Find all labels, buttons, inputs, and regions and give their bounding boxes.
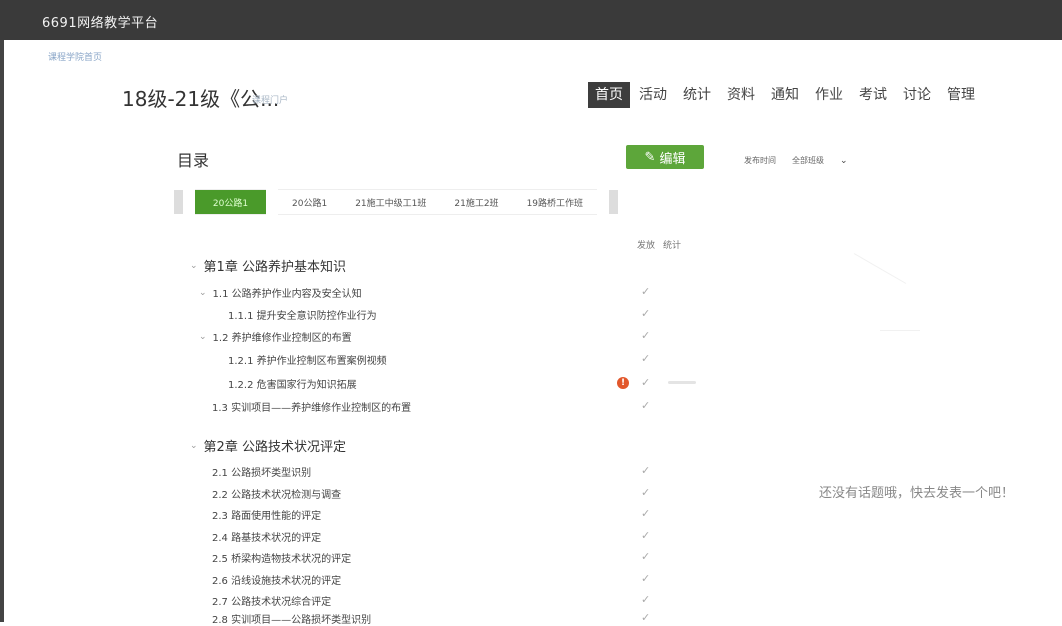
class-tab[interactable]: 20公路1 (195, 189, 266, 215)
class-tab[interactable]: 21施工中级工1班 (341, 189, 441, 215)
collapse-caret-icon[interactable]: ⌄ (190, 441, 198, 451)
nav-materials[interactable]: 资料 (720, 82, 762, 108)
breadcrumb[interactable]: 课程学院首页 (48, 50, 102, 63)
toc-item-label: 2.5 桥梁构造物技术状况的评定 (212, 554, 352, 565)
col-publish: 发放 (637, 241, 656, 251)
course-nav: 首页 活动 统计 资料 通知 作业 考试 讨论 管理 (588, 82, 984, 108)
toc-item[interactable]: ⌄ 1.1 公路养护作业内容及安全认知 (199, 285, 362, 301)
nav-discussion[interactable]: 讨论 (896, 82, 938, 108)
publish-check-icon[interactable]: ✓ (641, 329, 650, 342)
tabs-next-arrow[interactable] (609, 190, 619, 214)
publish-check-icon[interactable]: ✓ (641, 611, 650, 624)
toc-title: 目录 (177, 151, 210, 170)
platform-brand[interactable]: 6691网络教学平台 (42, 12, 158, 31)
top-bar: 6691网络教学平台 (0, 0, 1062, 40)
chevron-down-icon[interactable]: ⌄ (840, 156, 848, 166)
toc-item-label: 1.1 公路养护作业内容及安全认知 (212, 289, 362, 300)
sort-by-time[interactable]: 发布时间 (744, 155, 776, 166)
class-tabs: 20公路1 20公路1 21施工中级工1班 21施工2班 19路桥工作班 (174, 189, 619, 215)
toc-item[interactable]: 2.4 路基技术状况的评定 (212, 529, 321, 544)
edit-button[interactable]: ✎ 编辑 (626, 145, 704, 169)
publish-check-icon[interactable]: ✓ (641, 593, 650, 606)
toc-item-label: 2.6 沿线设施技术状况的评定 (212, 576, 342, 587)
class-filter-select[interactable]: 全部班级 (792, 155, 824, 166)
toc-item[interactable]: 2.7 公路技术状况综合评定 (212, 593, 331, 608)
faint-divider (880, 330, 920, 331)
publish-check-icon[interactable]: ✓ (641, 464, 650, 477)
edit-button-label: 编辑 (659, 151, 686, 167)
toc-item[interactable]: 2.3 路面使用性能的评定 (212, 507, 321, 522)
publish-check-icon[interactable]: ✓ (641, 376, 650, 389)
toc-item-label: 1.3 实训项目——养护维修作业控制区的布置 (212, 403, 412, 414)
toc-item-label: 1.2.2 危害国家行为知识拓展 (228, 380, 357, 391)
toc-item[interactable]: 2.5 桥梁构造物技术状况的评定 (212, 550, 351, 565)
collapse-caret-icon[interactable]: ⌄ (199, 332, 207, 342)
publish-check-icon[interactable]: ✓ (641, 507, 650, 520)
publish-check-icon[interactable]: ✓ (641, 529, 650, 542)
toc-item-label: 2.7 公路技术状况综合评定 (212, 597, 332, 608)
class-tab[interactable]: 19路桥工作班 (512, 189, 598, 215)
nav-exams[interactable]: 考试 (852, 82, 894, 108)
publish-check-icon[interactable]: ✓ (641, 307, 650, 320)
toc-item-label: 2.3 路面使用性能的评定 (212, 511, 322, 522)
toc-item[interactable]: 1.2.2 危害国家行为知识拓展 (228, 376, 357, 391)
toc-item[interactable]: 2.2 公路技术状况检测与调查 (212, 486, 341, 501)
collapse-caret-icon[interactable]: ⌄ (190, 261, 198, 271)
course-portal-link[interactable]: 课程门户 (252, 93, 288, 106)
chapter-row[interactable]: ⌄ 第2章 公路技术状况评定 (190, 436, 346, 455)
stats-indicator[interactable] (668, 381, 696, 384)
publish-check-icon[interactable]: ✓ (641, 572, 650, 585)
chapter-row[interactable]: ⌄ 第1章 公路养护基本知识 (190, 256, 346, 275)
publish-check-icon[interactable]: ✓ (641, 285, 650, 298)
publish-check-icon[interactable]: ✓ (641, 550, 650, 563)
collapse-caret-icon[interactable]: ⌄ (199, 288, 207, 298)
chapter-title: 第1章 公路养护基本知识 (203, 260, 346, 275)
discussion-empty-message: 还没有话题哦，快去发表一个吧！ (819, 486, 1015, 501)
toc-item[interactable]: 2.8 实训项目——公路损坏类型识别 (212, 611, 371, 626)
publish-check-icon[interactable]: ✓ (641, 486, 650, 499)
pencil-icon: ✎ (644, 149, 656, 165)
nav-manage[interactable]: 管理 (940, 82, 982, 108)
toc-item[interactable]: 1.1.1 提升安全意识防控作业行为 (228, 307, 377, 322)
toc-item[interactable]: 2.1 公路损坏类型识别 (212, 464, 311, 479)
nav-notices[interactable]: 通知 (764, 82, 806, 108)
toc-item-label: 1.1.1 提升安全意识防控作业行为 (228, 311, 377, 322)
nav-home[interactable]: 首页 (588, 82, 630, 108)
class-tab[interactable]: 20公路1 (278, 189, 342, 215)
toc-item-label: 2.1 公路损坏类型识别 (212, 468, 312, 479)
toc-item-label: 2.2 公路技术状况检测与调查 (212, 490, 342, 501)
chapter-title: 第2章 公路技术状况评定 (203, 440, 346, 455)
nav-homework[interactable]: 作业 (808, 82, 850, 108)
toc-item[interactable]: ⌄ 1.2 养护维修作业控制区的布置 (199, 329, 352, 345)
publish-check-icon[interactable]: ✓ (641, 399, 650, 412)
toc-item[interactable]: 2.6 沿线设施技术状况的评定 (212, 572, 341, 587)
warning-icon[interactable]: ! (617, 377, 629, 389)
toc-item-label: 1.2 养护维修作业控制区的布置 (212, 333, 352, 344)
nav-activity[interactable]: 活动 (632, 82, 674, 108)
publish-check-icon[interactable]: ✓ (641, 352, 650, 365)
class-tab[interactable]: 21施工2班 (440, 189, 513, 215)
tabs-prev-arrow[interactable] (174, 190, 183, 214)
toc-item[interactable]: 1.3 实训项目——养护维修作业控制区的布置 (212, 399, 411, 414)
toc-item[interactable]: 1.2.1 养护作业控制区布置案例视频 (228, 352, 387, 367)
toc-column-headers: 发放 统计 (637, 238, 681, 251)
col-stats: 统计 (663, 241, 682, 251)
toc-item-label: 2.8 实训项目——公路损坏类型识别 (212, 615, 372, 626)
nav-stats[interactable]: 统计 (676, 82, 718, 108)
discussion-filter: 发布时间 全部班级 ⌄ (744, 155, 848, 166)
toc-item-label: 2.4 路基技术状况的评定 (212, 533, 322, 544)
toc-item-label: 1.2.1 养护作业控制区布置案例视频 (228, 356, 387, 367)
